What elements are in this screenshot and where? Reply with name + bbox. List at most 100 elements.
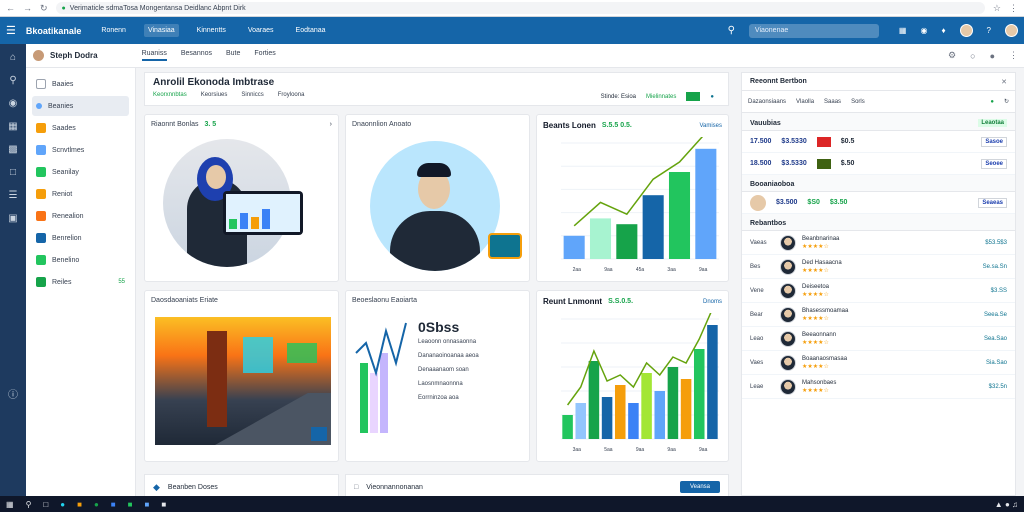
person-row[interactable]: Leao Beeaonnann ★★★★☆ Sea.Sao	[742, 327, 1015, 351]
metric-right[interactable]: Seoee	[981, 158, 1007, 169]
person-row[interactable]: Leae Mahsonbaes ★★★★☆ $32.5n	[742, 375, 1015, 399]
chart-link[interactable]: Dnoms	[703, 299, 722, 305]
panel-tab-1[interactable]: Vlaolla	[796, 99, 814, 105]
sidebar-item-8[interactable]: Benelino	[32, 250, 129, 270]
photo-presenter	[370, 141, 500, 271]
header-item-2[interactable]: Sinniccs	[241, 92, 263, 98]
search-icon[interactable]: ⚲	[728, 25, 735, 36]
chart-link[interactable]: Vamises	[699, 123, 722, 129]
reload-icon[interactable]: ↻	[40, 3, 48, 14]
refresh-icon[interactable]: ↻	[1004, 98, 1009, 105]
mini-bar	[360, 363, 368, 433]
folder-task-icon[interactable]: ■	[77, 500, 82, 509]
apps-icon[interactable]: ▦	[899, 26, 907, 35]
person-value: $32.5n	[988, 383, 1007, 390]
chrome-icon[interactable]: ●	[94, 500, 99, 509]
search-rail-icon[interactable]: ⚲	[9, 75, 16, 86]
bell-icon[interactable]: ♦	[941, 26, 945, 35]
nav-item-1[interactable]: Vinasiaa	[143, 24, 179, 37]
help-icon[interactable]: ?	[987, 26, 991, 35]
panel-tab-0[interactable]: Dazaonsiaans	[748, 99, 786, 105]
header-right-0[interactable]: Stinde: Esioa	[601, 94, 636, 100]
windows-icon[interactable]: ▦	[6, 500, 14, 509]
taskview-icon[interactable]: □	[43, 500, 48, 509]
header-item-0[interactable]: Keorxnnbtas	[153, 92, 187, 98]
person-value: $3.SS	[990, 287, 1007, 294]
header-right-1[interactable]: Mielinnates	[646, 94, 676, 100]
settings-icon[interactable]: ⚙	[948, 50, 956, 61]
mail-task-icon[interactable]: ■	[111, 500, 116, 509]
globe-icon[interactable]: ○	[970, 51, 975, 61]
person-row[interactable]: Vaes Boaanaosmasaa ★★★★☆ Sia.Sao	[742, 351, 1015, 375]
user-block[interactable]: Steph Dodra	[32, 49, 98, 62]
star-icon[interactable]: ☆	[993, 3, 1001, 14]
x-tick-label: 9aa	[699, 267, 708, 273]
header-item-3[interactable]: Froyloona	[278, 92, 305, 98]
sidebar-item-4[interactable]: Seanilay	[32, 162, 129, 182]
action-button[interactable]: Veansa	[679, 481, 720, 493]
panel-tab-2[interactable]: Saaas	[824, 99, 841, 105]
sidebar-item-3[interactable]: Scnvtlmes	[32, 140, 129, 160]
edge-icon[interactable]: ●	[60, 500, 65, 509]
panel-title: Reeonnt Bertbon	[750, 78, 807, 85]
nav-item-3[interactable]: Voaraes	[244, 24, 278, 37]
person-row[interactable]: Vaeas Beanbnarinaa ★★★★☆ $53.5$3	[742, 231, 1015, 255]
app-task-icon[interactable]: ■	[128, 500, 133, 509]
metric-a: 18.500	[750, 160, 772, 167]
user-icon[interactable]: ●	[990, 51, 995, 61]
photos-task-icon[interactable]: ■	[144, 500, 149, 509]
home-icon[interactable]: ⌂	[10, 52, 16, 63]
metric-right[interactable]: Seaeas	[978, 197, 1007, 208]
nav-item-4[interactable]: Eodtanaa	[292, 24, 330, 37]
sidebar-item-9[interactable]: Reiles 55	[32, 272, 129, 292]
avatar-secondary[interactable]	[1005, 24, 1018, 37]
calendar-icon[interactable]: ▦	[8, 121, 17, 132]
metric-right[interactable]: Sasoe	[981, 136, 1007, 147]
address-bar[interactable]: ● Verimaticle sdmaTosa Mongentansa Deidl…	[55, 2, 985, 14]
chat-rail-icon[interactable]: ◉	[9, 98, 18, 109]
bag-icon[interactable]: ▣	[8, 213, 17, 224]
more-icon[interactable]: ⋮	[1009, 50, 1018, 61]
bar	[642, 195, 664, 259]
sidebar-item-2[interactable]: Saades	[32, 118, 129, 138]
box-icon[interactable]: □	[10, 167, 16, 178]
circle-icon[interactable]: ●	[710, 94, 714, 100]
person-row[interactable]: Vene Deiseetoa ★★★★☆ $3.SS	[742, 279, 1015, 303]
search-input[interactable]: Viaonenae	[748, 23, 879, 38]
back-arrow-icon[interactable]: ←	[6, 3, 15, 13]
sidebar-item-7[interactable]: Benrelion	[32, 228, 129, 248]
person-row[interactable]: Bes Ded Hasaacna ★★★★☆ Se.sa.Sn	[742, 255, 1015, 279]
header-item-1[interactable]: Keorsiues	[201, 92, 228, 98]
subtab-1[interactable]: Besannos	[181, 50, 212, 61]
close-icon[interactable]: ✕	[1001, 78, 1007, 86]
hamburger-icon[interactable]: ☰	[6, 24, 16, 37]
image-icon[interactable]	[686, 92, 701, 101]
rating-stars-icon: ★★★★☆	[802, 363, 829, 370]
tablet-bar	[240, 213, 248, 229]
more-icon[interactable]: ›	[330, 121, 332, 128]
nav-item-2[interactable]: Kinnentts	[193, 24, 230, 37]
sidebar-item-6[interactable]: Renealion	[32, 206, 129, 226]
sidebar-item-5[interactable]: Reniot	[32, 184, 129, 204]
search-task-icon[interactable]: ⚲	[26, 500, 32, 509]
person-name: Mahsonbaes	[802, 379, 837, 386]
avatar[interactable]	[959, 24, 973, 37]
menu-dots-icon[interactable]: ⋮	[1009, 3, 1018, 14]
forward-arrow-icon[interactable]: →	[23, 3, 32, 13]
bar	[628, 403, 639, 439]
chat-icon[interactable]: ◉	[920, 26, 927, 35]
green-dot-icon[interactable]: ●	[990, 99, 994, 105]
list-icon[interactable]: ☰	[9, 190, 18, 201]
sidebar-item-0[interactable]: Baaies	[32, 74, 129, 94]
subtab-2[interactable]: Bute	[226, 50, 240, 61]
info-icon[interactable]: ⓘ	[8, 386, 18, 401]
person-row[interactable]: Bear Bhasessmoamaa ★★★★☆ Seea.Se	[742, 303, 1015, 327]
nav-item-0[interactable]: Ronenn	[97, 24, 130, 37]
subtab-3[interactable]: Forties	[254, 50, 275, 61]
panel-tab-3[interactable]: Sorls	[851, 99, 865, 105]
grid-icon[interactable]: ▩	[8, 144, 17, 155]
store-task-icon[interactable]: ■	[161, 500, 166, 509]
subtab-0[interactable]: Ruaniss	[141, 50, 167, 61]
tray-icons[interactable]: ▲ ● ♫	[995, 500, 1018, 509]
sidebar-item-1[interactable]: Beanies	[32, 96, 129, 116]
